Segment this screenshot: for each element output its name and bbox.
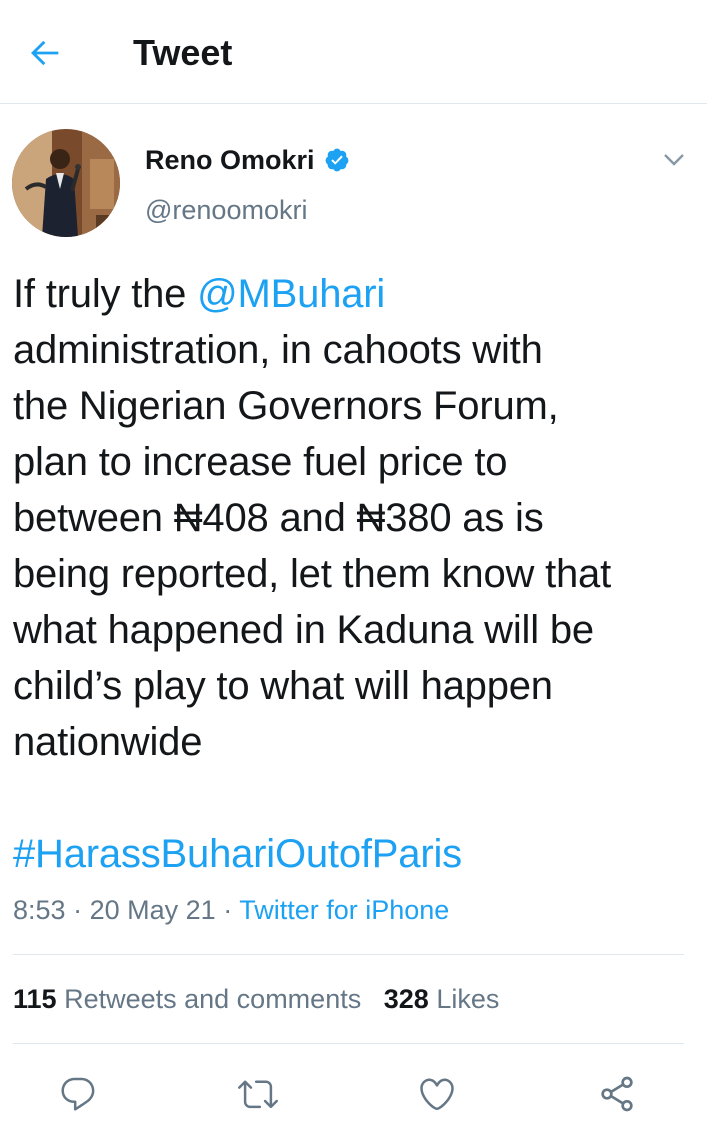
page-title: Tweet	[133, 32, 233, 73]
likes-stat[interactable]: 328 Likes	[384, 984, 500, 1014]
divider	[13, 1043, 684, 1044]
avatar[interactable]	[12, 129, 120, 237]
share-button[interactable]	[595, 1072, 639, 1116]
back-button[interactable]	[22, 30, 68, 76]
tweet-line: If truly the @MBuhari	[13, 266, 699, 322]
reply-icon	[61, 1077, 95, 1111]
meta-separator: ·	[73, 895, 83, 925]
retweets-label: Retweets and comments	[64, 984, 362, 1014]
hashtag-link[interactable]: #HarassBuhariOutofParis	[13, 826, 462, 882]
tweet-line: what happened in Kaduna will be	[13, 608, 594, 652]
mention-link[interactable]: @MBuhari	[197, 272, 385, 316]
tweet-options-button[interactable]	[658, 146, 690, 174]
top-bar: Tweet	[0, 0, 707, 104]
tweet-line: administration, in cahoots with	[13, 328, 543, 372]
like-icon	[420, 1078, 454, 1111]
tweet-line: between ₦408 and ₦380 as is	[13, 496, 544, 540]
retweets-stat[interactable]: 115 Retweets and comments	[13, 984, 361, 1014]
retweets-count: 115	[13, 984, 57, 1014]
share-icon	[601, 1076, 633, 1112]
tweet-line: being reported, let them know that	[13, 552, 612, 596]
like-button[interactable]	[415, 1072, 459, 1116]
meta-separator: ·	[223, 895, 233, 925]
tweet-text: If truly the @MBuhari administration, in…	[13, 266, 699, 770]
tweet-time: 8:53	[13, 895, 66, 925]
retweet-icon	[238, 1080, 278, 1109]
tweet-line: plan to increase fuel price to	[13, 440, 508, 484]
author-name: Reno Omokri	[145, 145, 315, 175]
reply-button[interactable]	[56, 1072, 100, 1116]
author-handle[interactable]: @renoomokri	[145, 192, 307, 228]
tweet-meta: 8:53 · 20 May 21 · Twitter for iPhone	[13, 892, 449, 928]
retweet-button[interactable]	[236, 1072, 280, 1116]
likes-label: Likes	[436, 984, 500, 1014]
tweet-stats: 115 Retweets and comments 328 Likes	[13, 981, 499, 1017]
tweet-source-link[interactable]: Twitter for iPhone	[239, 895, 449, 925]
arrow-left-icon	[31, 40, 59, 66]
tweet-text-segment: If truly the	[13, 272, 198, 316]
divider	[13, 954, 684, 955]
tweet-line: child’s play to what will happen	[13, 664, 553, 708]
verified-badge-icon	[324, 147, 350, 173]
tweet-date: 20 May 21	[89, 895, 216, 925]
tweet-line: nationwide	[13, 720, 203, 764]
chevron-down-icon	[664, 154, 684, 166]
likes-count: 328	[383, 984, 429, 1014]
tweet-line: the Nigerian Governors Forum,	[13, 384, 559, 428]
avatar-image	[12, 129, 120, 237]
author-name-row[interactable]: Reno Omokri	[145, 142, 350, 178]
